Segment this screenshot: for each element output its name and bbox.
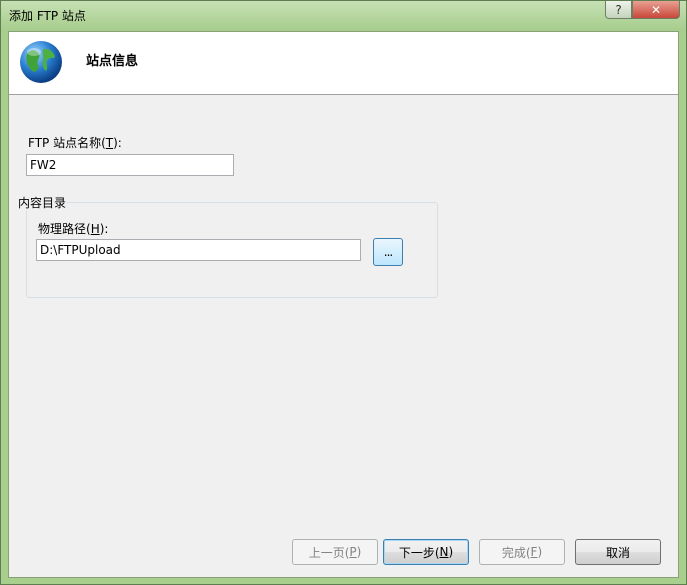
help-button[interactable]: ? [605, 1, 632, 19]
cancel-button[interactable]: 取消 [575, 539, 661, 565]
page-title: 站点信息 [86, 54, 139, 69]
site-name-label: FTP 站点名称(T): [28, 136, 122, 150]
next-button[interactable]: 下一步(N) [383, 539, 469, 565]
window-title: 添加 FTP 站点 [9, 9, 86, 23]
title-bar[interactable]: 添加 FTP 站点 ? ✕ [1, 1, 686, 31]
physical-path-label: 物理路径(H): [38, 222, 109, 236]
add-ftp-site-dialog: 添加 FTP 站点 ? ✕ 站点信息 FTP 站点名称(T): FW2 内容目录… [0, 0, 687, 585]
content-directory-title: 内容目录 [17, 194, 68, 211]
globe-icon [20, 41, 62, 83]
previous-button[interactable]: 上一页(P) [292, 539, 378, 565]
site-name-input[interactable] [26, 154, 234, 176]
dialog-client-area: 站点信息 FTP 站点名称(T): 内容目录 物理路径(H): ... 上一页(… [8, 31, 679, 578]
wizard-header: 站点信息 [9, 32, 678, 95]
physical-path-input[interactable] [36, 239, 361, 261]
browse-button[interactable]: ... [373, 238, 403, 266]
finish-button[interactable]: 完成(F) [479, 539, 565, 565]
close-button[interactable]: ✕ [632, 1, 680, 19]
